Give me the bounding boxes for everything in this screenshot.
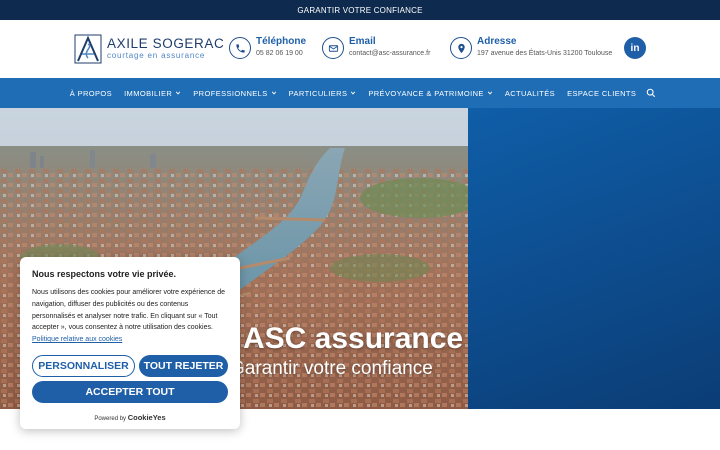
logo-name: AXILE SOGERAC <box>107 36 225 51</box>
contact-phone-value: 05 82 06 19 00 <box>256 50 303 57</box>
mail-icon <box>322 37 344 59</box>
nav-item-a-propos[interactable]: À PROPOS <box>64 89 118 98</box>
contact-email[interactable]: Email contact@asc-assurance.fr <box>322 36 430 59</box>
nav-item-immobilier[interactable]: IMMOBILIER <box>118 89 187 98</box>
hero-title: ASC assurance <box>243 322 464 355</box>
customize-button[interactable]: PERSONNALISER <box>32 355 135 377</box>
linkedin-icon[interactable]: in <box>624 37 646 59</box>
nav-item-label: IMMOBILIER <box>124 88 173 98</box>
cookie-title: Nous respectons votre vie privée. <box>32 269 177 279</box>
powered-brand[interactable]: CookieYes <box>128 413 166 422</box>
header: AXILE SOGERAC courtage en assurance Télé… <box>0 20 720 78</box>
chevron-down-icon <box>487 91 492 95</box>
nav-item-prevoyance[interactable]: PRÉVOYANCE & PATRIMOINE <box>362 89 498 98</box>
hero-subtitle: Garantir votre confiance <box>230 358 433 379</box>
nav-item-label: ESPACE CLIENTS <box>567 88 637 98</box>
powered-prefix: Powered by <box>94 416 127 422</box>
chevron-down-icon <box>176 91 181 95</box>
logo-icon <box>74 34 102 64</box>
accept-all-button[interactable]: ACCEPTER TOUT <box>32 381 228 403</box>
contact-address-value: 197 avenue des États-Unis 31200 Toulouse <box>477 50 613 57</box>
hero-blue-panel <box>468 108 720 409</box>
main-nav: À PROPOS IMMOBILIER PROFESSIONNELS PARTI… <box>0 78 720 108</box>
nav-item-label: ACTUALITÉS <box>504 88 556 98</box>
phone-icon <box>229 37 251 59</box>
chevron-down-icon <box>271 91 276 95</box>
contact-phone-title: Téléphone <box>256 36 307 47</box>
contact-address-title: Adresse <box>477 36 517 47</box>
cookie-body: Nous utilisons des cookies pour améliore… <box>32 289 225 332</box>
cookie-policy-link[interactable]: Politique relative aux cookies <box>32 336 122 343</box>
nav-item-actualites[interactable]: ACTUALITÉS <box>499 89 561 98</box>
location-icon <box>450 37 472 59</box>
reject-all-button[interactable]: TOUT REJETER <box>139 355 228 377</box>
top-banner-text: GARANTIR VOTRE CONFIANCE <box>297 5 423 15</box>
nav-item-particuliers[interactable]: PARTICULIERS <box>283 89 363 98</box>
linkedin-label: in <box>630 42 640 54</box>
cookie-text: Nous utilisons des cookies pour améliore… <box>32 287 228 346</box>
logo[interactable]: AXILE SOGERAC courtage en assurance <box>74 34 224 64</box>
contact-address[interactable]: Adresse 197 avenue des États-Unis 31200 … <box>450 36 612 59</box>
cookie-consent-dialog: Nous respectons votre vie privée. Nous u… <box>20 257 240 429</box>
chevron-down-icon <box>351 91 356 95</box>
powered-by: Powered by CookieYes <box>20 413 240 422</box>
nav-item-professionnels[interactable]: PROFESSIONNELS <box>187 89 282 98</box>
search-icon[interactable] <box>646 88 656 98</box>
nav-item-espace-clients[interactable]: ESPACE CLIENTS <box>561 89 642 98</box>
contact-phone[interactable]: Téléphone 05 82 06 19 00 <box>229 36 306 59</box>
contact-email-title: Email <box>349 36 376 47</box>
logo-tagline: courtage en assurance <box>107 51 206 60</box>
top-banner: GARANTIR VOTRE CONFIANCE <box>0 0 720 20</box>
nav-item-label: PRÉVOYANCE & PATRIMOINE <box>368 88 484 98</box>
contact-email-value: contact@asc-assurance.fr <box>349 50 431 57</box>
nav-item-label: À PROPOS <box>69 88 113 98</box>
nav-item-label: PROFESSIONNELS <box>193 88 268 98</box>
nav-item-label: PARTICULIERS <box>288 88 348 98</box>
